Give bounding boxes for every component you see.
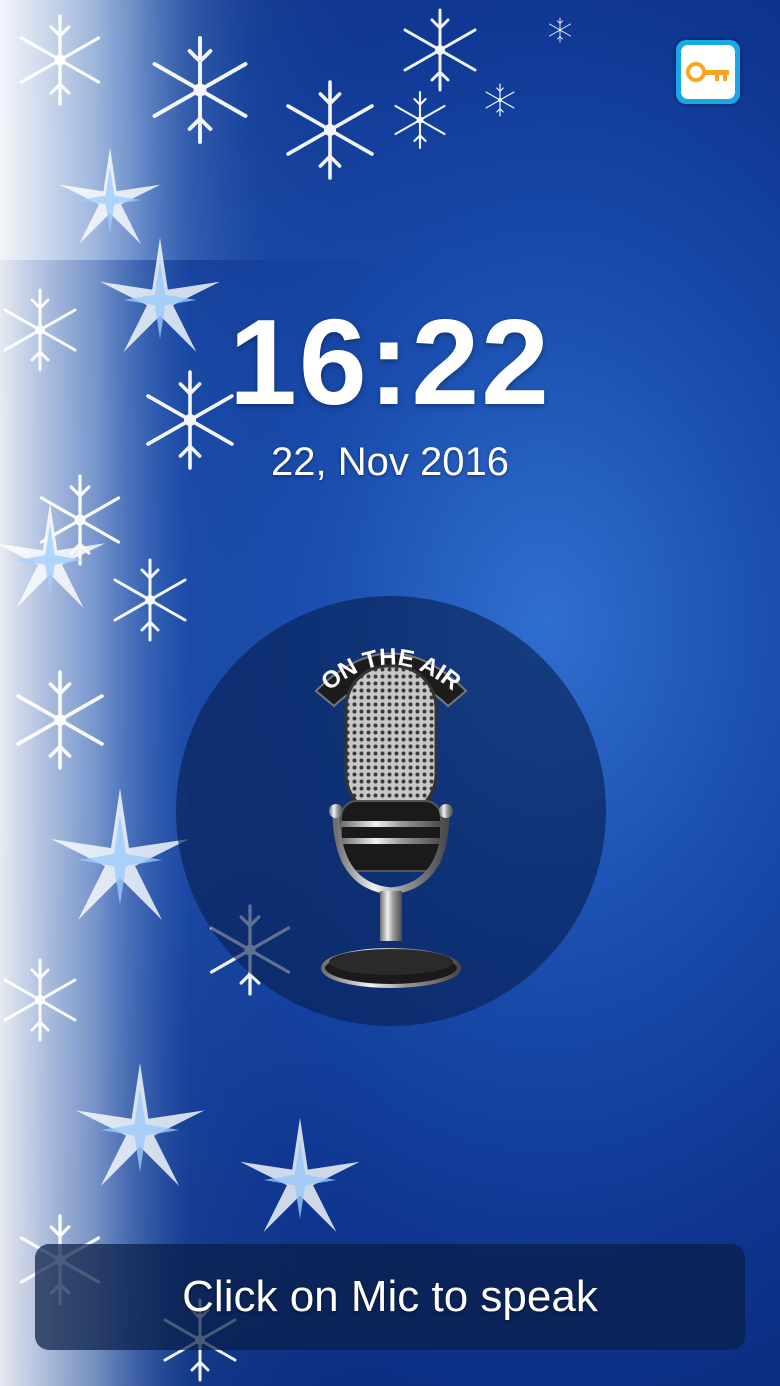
microphone-icon: ON THE AIR <box>314 644 468 988</box>
microphone-button[interactable]: ON THE AIR <box>176 596 606 1026</box>
key-button-face <box>681 45 735 99</box>
key-button[interactable] <box>676 40 740 104</box>
speak-prompt-text: Click on Mic to speak <box>182 1272 598 1321</box>
speak-prompt-bar: Click on Mic to speak <box>35 1244 745 1350</box>
clock-date: 22, Nov 2016 <box>271 440 509 484</box>
key-icon <box>686 62 729 82</box>
clock-time: 16:22 <box>228 294 552 430</box>
